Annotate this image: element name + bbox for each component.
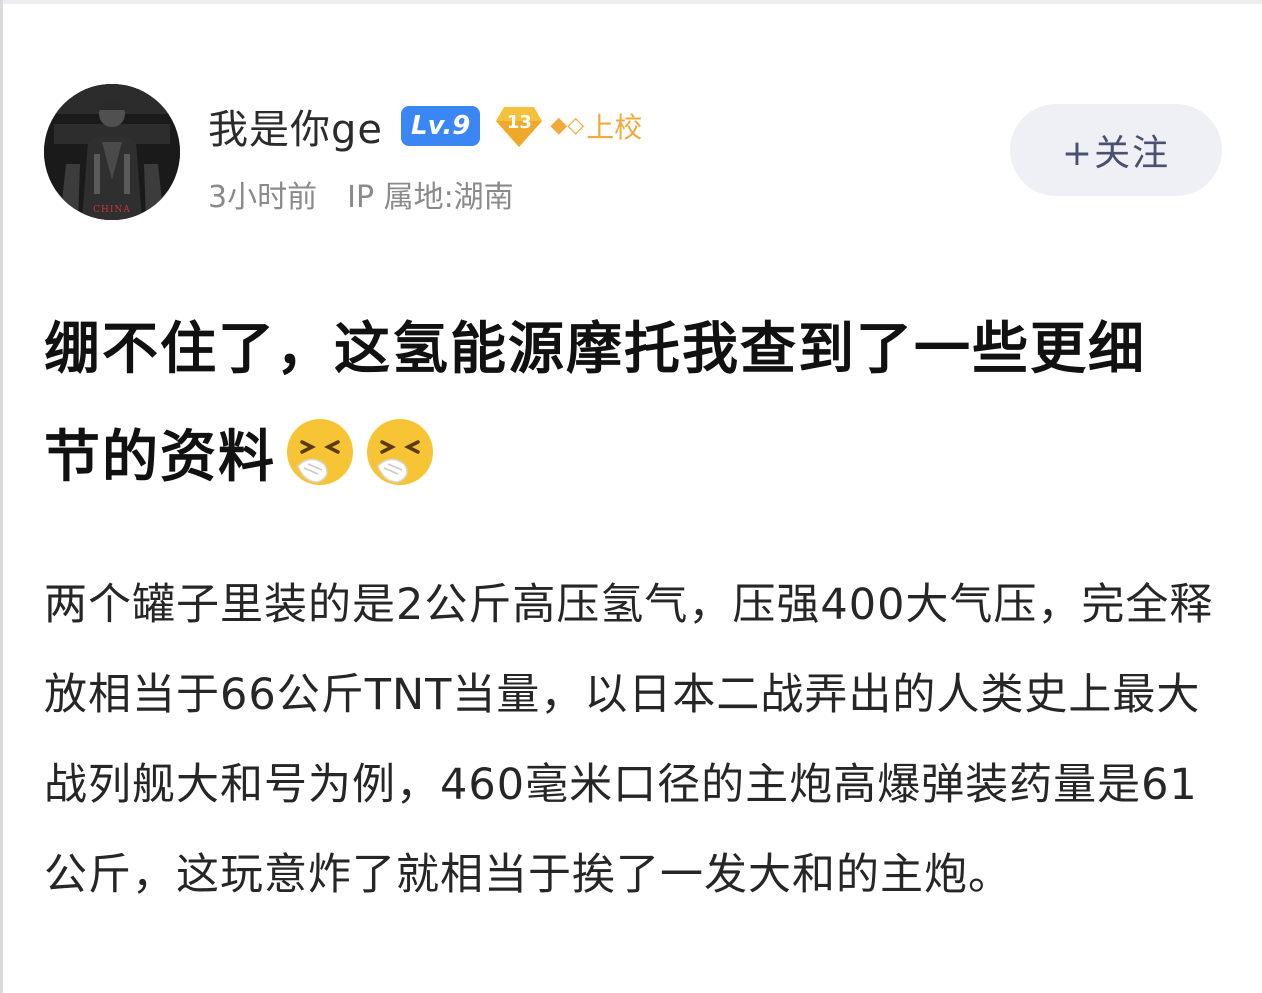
user-meta: 我是你ge Lv.9 13 ◆ ◇ 上校 3小时前 IP 属地:湖南 [208,98,988,218]
name-row: 我是你ge Lv.9 13 ◆ ◇ 上校 [208,98,988,154]
post-time: 3小时前 [208,180,318,215]
top-divider [0,0,1262,4]
rank-diamond-outline-icon: ◇ [567,113,585,138]
vip-badge-number: 13 [506,112,532,133]
sneezing-face-emoji [284,416,356,488]
rank-title: 上校 [586,111,643,144]
rank-diamond-filled-icon: ◆ [550,113,568,138]
level-badge: Lv.9 [401,106,481,146]
post-header: CHINA 我是你ge Lv.9 13 ◆ ◇ 上校 3小时前 IP 属地:湖南… [44,82,1224,222]
username[interactable]: 我是你ge [208,97,383,155]
post-title: 绷不住了，这氢能源摩托我查到了一些更细节的资料 [44,296,1194,512]
sneezing-face-emoji [364,416,436,488]
avatar[interactable]: CHINA [44,84,180,220]
post-body: 两个罐子里装的是2公斤高压氢气，压强400大气压，完全释放相当于66公斤TNT当… [44,580,1214,900]
avatar-watermark: CHINA [93,205,131,215]
post-title-text: 绷不住了，这氢能源摩托我查到了一些更细节的资料 [44,317,1146,490]
left-edge [0,0,3,993]
info-row: 3小时前 IP 属地:湖南 [208,172,988,216]
vip-badge: 13 [494,103,544,149]
follow-button[interactable]: +关注 [1010,104,1222,196]
ip-location: IP 属地:湖南 [347,180,514,215]
